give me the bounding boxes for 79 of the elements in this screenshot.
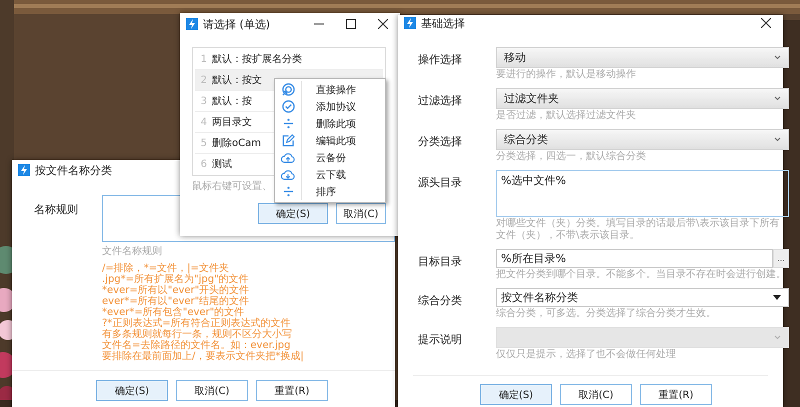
field-hint: 文件名称规则 [102,244,163,258]
cloud-upload-icon [281,152,295,164]
window-title: 请选择 (单选) [203,16,270,32]
item-text: 默认：按文 [212,74,262,87]
menu-item[interactable]: 删除此项 [275,115,385,132]
field-hint: 把文件分类到哪个目录。不能多个。当目录不存在时会进行创建。 [496,269,787,281]
help-text: /=排除，*=文件，|=文件夹 [102,263,229,274]
menu-item[interactable]: 编辑此项 [275,132,385,149]
field-hint: 综合分类，可多选。分类选择了综合分类才生效。 [496,308,717,320]
dialog-button[interactable]: 重置(R) [256,380,328,401]
help-text: *ever*=所有包含"ever"的文件 [102,307,244,318]
field-label: 分类选择 [418,134,463,150]
edit-icon [282,134,294,147]
input-field[interactable]: %所在目录% [496,249,773,268]
row-number: 4 [200,116,207,128]
divide-icon [282,186,294,197]
row-number: 1 [200,54,207,64]
caret-icon [773,295,781,300]
dialog-button[interactable]: 确定(S) [96,380,168,401]
divide-icon [282,118,294,129]
row-number: 5 [200,138,207,148]
help-text: 文件名=去除路径的文件名。如：ever.jpg [102,340,290,351]
chevron-icon [774,96,781,101]
field-hint: 分类选择，四选一，默认综合分类 [496,151,647,163]
chevron-icon [774,137,781,142]
select-field[interactable]: 综合分类 [496,129,789,150]
check-circle-icon [282,100,294,113]
help-text: 有多条规则就每行一条，规则不区分大小写 [102,329,293,340]
lightning-icon [186,18,198,30]
field-label: 综合分类 [418,293,463,309]
window-title: 基础选择 [421,16,465,30]
item-text: 两目录文 [212,116,252,129]
field-hint: 要进行的操作，默认是移动操作 [496,69,637,81]
dialog-button[interactable]: 取消(C) [560,384,632,405]
browse-button[interactable]: ... [773,249,789,268]
menu-item[interactable]: 排序 [275,183,385,200]
field-hint: 对哪些文件（夹）分类。填写目录的话最后带\表示该目录下所有文件（夹），不带\表示该目录。 [496,218,780,242]
menu-item[interactable]: 添加协议 [275,98,385,115]
item-text: 默认：按扩展名分类 [212,52,302,66]
select-field[interactable]: 移动 [496,47,789,68]
dialog-button[interactable]: 重置(R) [640,384,712,405]
field-hint: 仅仅只是提示，选择了也不会做任何处理 [496,349,677,361]
help-text: ever*=所有以"ever"结尾的文件 [102,296,250,307]
field-label: 源头目录 [418,175,463,191]
item-text: 默认：按 [212,94,252,108]
dialog-button[interactable]: 取消(C) [336,203,386,224]
select-field[interactable]: 过滤文件夹 [496,88,789,109]
text-area[interactable]: %选中文件% [496,170,789,217]
menu-item[interactable]: 直接操作 [275,81,385,98]
dialog-button[interactable]: 取消(C) [176,380,248,401]
chevron-icon [774,55,781,60]
row-number: 6 [200,158,207,170]
target-icon [282,83,294,96]
maximize-icon[interactable] [346,19,356,29]
close-icon[interactable] [378,19,388,29]
field-label: 提示说明 [418,332,463,348]
help-text: *ever=所有以"ever"开头的文件 [102,285,250,296]
field-hint: 是否过滤，默认选择过滤文件夹 [496,110,637,122]
row-number: 3 [200,96,207,106]
item-text: 删除oCam [212,137,261,150]
menu-item[interactable]: 云下载 [275,166,385,183]
field-label: 名称规则 [34,202,78,218]
dropdown-field[interactable]: 按文件名称分类 [496,288,789,307]
field-label: 目标目录 [418,254,463,270]
help-text: 要排除在最前面加上/，要表示文件夹把*换成| [102,351,305,362]
lightning-icon [18,164,30,176]
list-hint: 鼠标右键可设置、 [192,180,272,193]
menu-item[interactable]: 云备份 [275,149,385,166]
help-text: .jpg*=所有扩展名为"jpg"的文件 [102,274,250,285]
item-text: 测试 [212,158,232,171]
close-icon[interactable] [761,18,771,28]
field-label: 过滤选择 [418,93,463,109]
field-label: 操作选择 [418,52,463,68]
help-text: ?*正则表达式=所有符合正则表达式的文件 [102,318,292,329]
chevron-icon [774,335,781,340]
window-title: 按文件名称分类 [35,162,112,178]
dialog-button[interactable]: 确定(S) [258,203,328,224]
cloud-download-icon [281,168,295,180]
dialog-button[interactable]: 确定(S) [480,384,552,405]
